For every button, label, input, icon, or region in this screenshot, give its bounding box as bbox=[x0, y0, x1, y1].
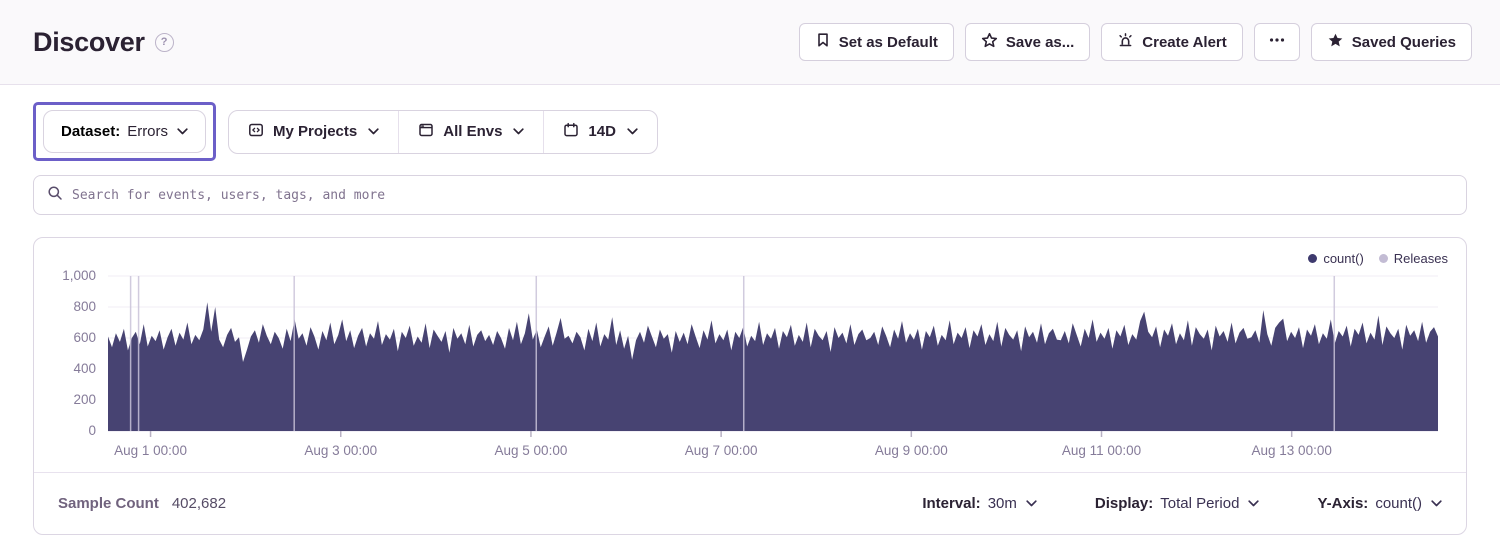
sample-count-value: 402,682 bbox=[172, 495, 226, 512]
create-alert-button[interactable]: Create Alert bbox=[1101, 23, 1242, 61]
projects-icon bbox=[248, 122, 264, 142]
count-series-area bbox=[108, 302, 1438, 431]
header-actions: Set as Default Save as... Create Alert S… bbox=[799, 23, 1472, 61]
sample-count: Sample Count 402,682 bbox=[58, 495, 226, 512]
interval-dropdown[interactable]: Interval: 30m bbox=[922, 495, 1037, 512]
x-tick-label: Aug 3 00:00 bbox=[304, 443, 377, 458]
area-chart[interactable] bbox=[108, 276, 1438, 439]
calendar-icon bbox=[563, 122, 579, 142]
x-tick-label: Aug 9 00:00 bbox=[875, 443, 948, 458]
page-title: Discover bbox=[33, 27, 145, 58]
siren-icon bbox=[1117, 32, 1134, 53]
star-filled-icon bbox=[1327, 32, 1344, 53]
chevron-down-icon bbox=[1431, 500, 1442, 507]
page-header: Discover ? Set as Default Save as... Cre… bbox=[0, 0, 1500, 85]
bookmark-icon bbox=[815, 32, 831, 52]
page-filters-group: My Projects All Envs 14D bbox=[228, 110, 658, 154]
events-chart-panel: count()Releases 02004006008001,000 Aug 1… bbox=[33, 237, 1467, 535]
x-tick-label: Aug 5 00:00 bbox=[495, 443, 568, 458]
x-tick-label: Aug 7 00:00 bbox=[685, 443, 758, 458]
chart-plot: 02004006008001,000 Aug 1 00:00Aug 3 00:0… bbox=[108, 276, 1438, 431]
filter-bar: Dataset: Errors My Projects All Envs 14D bbox=[33, 102, 1467, 161]
chevron-down-icon bbox=[1026, 500, 1037, 507]
window-icon bbox=[418, 122, 434, 142]
legend-item-count[interactable]: count() bbox=[1308, 251, 1363, 266]
y-tick-label: 0 bbox=[36, 423, 96, 439]
chart-area: count()Releases 02004006008001,000 Aug 1… bbox=[34, 238, 1466, 472]
x-tick-label: Aug 1 00:00 bbox=[114, 443, 187, 458]
search-bar bbox=[33, 175, 1467, 215]
help-icon[interactable]: ? bbox=[155, 33, 174, 52]
set-as-default-button[interactable]: Set as Default bbox=[799, 23, 954, 61]
environments-dropdown[interactable]: All Envs bbox=[398, 111, 543, 153]
saved-queries-button[interactable]: Saved Queries bbox=[1311, 23, 1472, 61]
y-tick-label: 800 bbox=[36, 299, 96, 315]
legend-item-releases[interactable]: Releases bbox=[1379, 251, 1448, 266]
dataset-dropdown[interactable]: Dataset: Errors bbox=[43, 110, 206, 153]
dataset-highlight-ring: Dataset: Errors bbox=[33, 102, 216, 161]
chevron-down-icon bbox=[513, 128, 524, 135]
chevron-down-icon bbox=[368, 128, 379, 135]
more-options-button[interactable] bbox=[1254, 23, 1300, 61]
x-tick-label: Aug 11 00:00 bbox=[1062, 443, 1141, 458]
x-tick-label: Aug 13 00:00 bbox=[1252, 443, 1332, 458]
y-tick-label: 1,000 bbox=[36, 268, 96, 284]
save-as-button[interactable]: Save as... bbox=[965, 23, 1090, 61]
y-tick-label: 400 bbox=[36, 361, 96, 377]
chevron-down-icon bbox=[177, 128, 188, 135]
star-outline-icon bbox=[981, 32, 998, 53]
y-tick-label: 600 bbox=[36, 330, 96, 346]
ellipsis-icon bbox=[1268, 32, 1286, 52]
y-tick-label: 200 bbox=[36, 392, 96, 408]
search-icon bbox=[47, 185, 63, 206]
projects-dropdown[interactable]: My Projects bbox=[229, 111, 398, 153]
chart-footer: Sample Count 402,682 Interval: 30m Displ… bbox=[34, 472, 1466, 534]
y-axis-dropdown[interactable]: Y-Axis: count() bbox=[1317, 495, 1442, 512]
legend-dot-icon bbox=[1308, 254, 1317, 263]
date-range-dropdown[interactable]: 14D bbox=[543, 111, 657, 153]
legend-dot-icon bbox=[1379, 254, 1388, 263]
chart-legend: count() Releases bbox=[1308, 251, 1448, 266]
chevron-down-icon bbox=[1248, 500, 1259, 507]
chevron-down-icon bbox=[627, 128, 638, 135]
search-input[interactable] bbox=[72, 188, 1453, 203]
display-dropdown[interactable]: Display: Total Period bbox=[1095, 495, 1260, 512]
